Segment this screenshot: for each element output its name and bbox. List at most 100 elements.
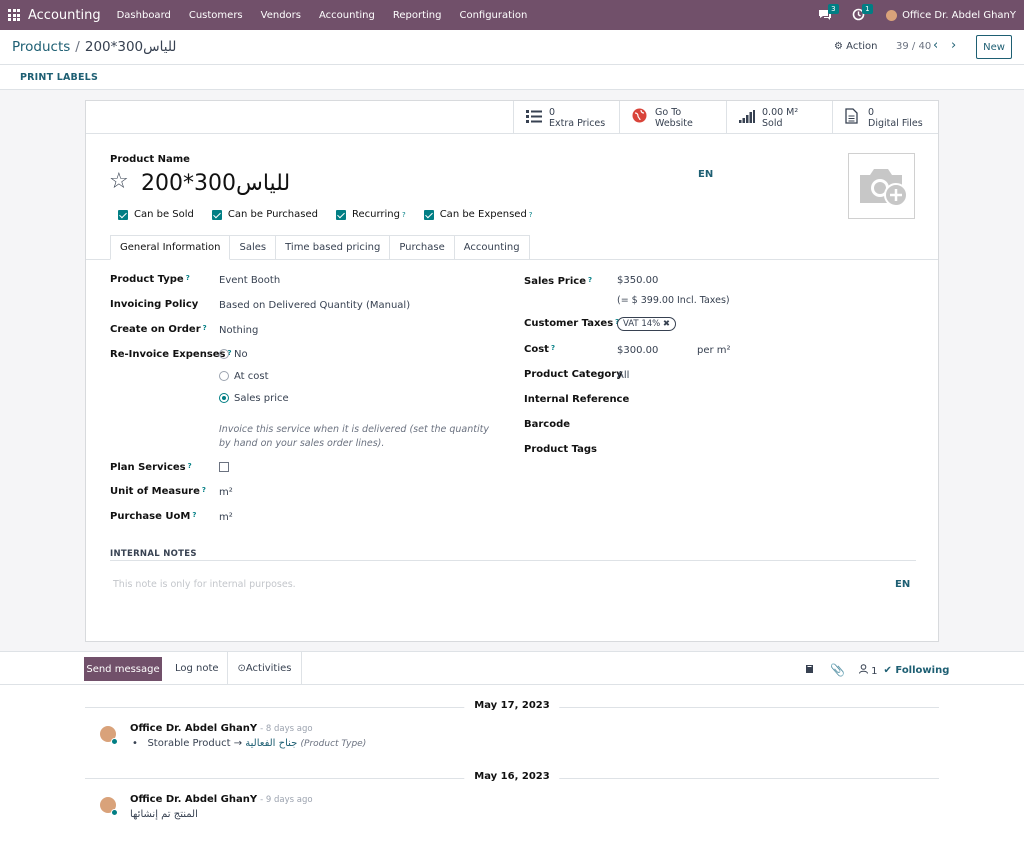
notes-divider xyxy=(110,560,916,561)
user-avatar[interactable] xyxy=(886,9,898,21)
date-separator: May 17, 2023 xyxy=(85,700,939,714)
sales-price-label: Sales Price? xyxy=(524,276,593,287)
new-button[interactable]: New xyxy=(976,35,1012,59)
product-type-label: Product Type? xyxy=(110,274,190,285)
smart-button-box: 0 Extra Prices Go To Website 0.00 M² Sold 0… xyxy=(86,101,938,134)
sold-label: Sold xyxy=(762,117,783,129)
checkbox-box xyxy=(118,209,128,220)
message-author[interactable]: Office Dr. Abdel GhanY - 9 days ago xyxy=(130,794,313,805)
can-be-sold-label: Can be Sold xyxy=(134,209,194,220)
clock-icon: ⊙ xyxy=(237,663,246,674)
book-icon[interactable] xyxy=(805,664,814,677)
pager-next-icon[interactable]: › xyxy=(951,38,956,53)
chat-icon[interactable]: 3 xyxy=(818,4,839,22)
messages-count-badge: 3 xyxy=(828,4,839,14)
message-time: - 9 days ago xyxy=(260,795,313,805)
plan-services-label: Plan Services? xyxy=(110,462,192,473)
product-category-field[interactable]: All xyxy=(617,370,629,381)
extra-prices-count: 0 xyxy=(549,106,556,118)
clock-icon[interactable]: 1 xyxy=(852,4,873,22)
help-icon[interactable]: ? xyxy=(529,211,533,219)
product-type-field[interactable]: Event Booth xyxy=(219,275,280,286)
invoicing-policy-field[interactable]: Based on Delivered Quantity (Manual) xyxy=(219,300,410,311)
recurring-checkbox[interactable]: Recurring? xyxy=(335,209,406,220)
activities-button[interactable]: ⊙ Activities xyxy=(227,652,302,685)
followers-button[interactable]: 1 xyxy=(858,663,878,677)
digital-files-button[interactable]: 0 Digital Files xyxy=(832,101,938,134)
radio-button-selected xyxy=(219,393,229,403)
tab-general-information[interactable]: General Information xyxy=(110,235,231,260)
unit-of-measure-label: Unit of Measure? xyxy=(110,486,206,497)
checkbox-box xyxy=(211,209,222,220)
create-on-order-label: Create on Order? xyxy=(110,324,207,335)
menu-dashboard[interactable]: Dashboard xyxy=(117,10,171,21)
cost-field[interactable]: $300.00 xyxy=(617,345,658,356)
tab-sales[interactable]: Sales xyxy=(230,235,277,260)
internal-notes-input[interactable]: This note is only for internal purposes. xyxy=(113,579,296,590)
can-be-expensed-checkbox[interactable]: Can be Expensed? xyxy=(423,209,533,220)
app-name[interactable]: Accounting xyxy=(28,8,101,23)
message-author[interactable]: Office Dr. Abdel GhanY - 8 days ago xyxy=(130,723,313,734)
purchase-uom-field[interactable]: m² xyxy=(219,512,233,523)
plan-services-checkbox[interactable] xyxy=(219,462,229,472)
top-navbar: Accounting Dashboard Customers Vendors A… xyxy=(0,0,1024,30)
cost-unit: per m² xyxy=(697,345,731,356)
following-button[interactable]: ✔ Following xyxy=(884,665,950,676)
reinvoice-expenses-label: Re-Invoice Expenses? xyxy=(110,349,232,360)
breadcrumb-products-link[interactable]: Products xyxy=(12,39,70,55)
help-icon[interactable]: ? xyxy=(402,211,406,219)
pager-previous-icon[interactable]: ‹ xyxy=(933,38,938,53)
sold-value: 0.00 M² xyxy=(762,106,799,118)
go-to-website-button[interactable]: Go To Website xyxy=(619,101,726,134)
reinvoice-help-text: Invoice this service when it is delivere… xyxy=(219,424,489,449)
send-message-button[interactable]: Send message xyxy=(84,657,162,681)
log-note-button[interactable]: Log note xyxy=(175,663,219,674)
purchase-uom-label: Purchase UoM? xyxy=(110,511,197,522)
chatter-thread: May 17, 2023 Office Dr. Abdel GhanY - 8 d… xyxy=(0,685,1024,864)
field-name: (Product Type) xyxy=(300,739,367,749)
close-icon[interactable]: ✖ xyxy=(663,319,670,329)
online-status-dot xyxy=(111,738,118,745)
apps-grid-icon[interactable] xyxy=(8,9,20,21)
sales-price-field[interactable]: $350.00 xyxy=(617,275,658,286)
action-button[interactable]: ⚙ Action xyxy=(834,41,877,52)
star-icon[interactable]: ☆ xyxy=(109,169,129,194)
message-body: المنتج تم إنشائها xyxy=(130,809,198,820)
menu-vendors[interactable]: Vendors xyxy=(261,10,301,21)
product-image-upload[interactable] xyxy=(848,153,915,219)
sold-button[interactable]: 0.00 M² Sold xyxy=(726,101,833,134)
sales-price-incl-taxes: (= $ 399.00 Incl. Taxes) xyxy=(617,295,730,306)
activities-count-badge: 1 xyxy=(862,4,873,14)
extra-prices-button[interactable]: 0 Extra Prices xyxy=(513,101,620,134)
tab-accounting[interactable]: Accounting xyxy=(454,235,530,260)
reinvoice-option-sales-price[interactable]: Sales price xyxy=(219,393,289,404)
notes-language-button[interactable]: EN xyxy=(895,579,910,590)
pager-value[interactable]: 39 / 40 xyxy=(896,41,931,52)
reinvoice-option-no[interactable]: No xyxy=(219,349,248,360)
print-labels-button[interactable]: PRINT LABELS xyxy=(20,72,98,83)
tab-time-based-pricing[interactable]: Time based pricing xyxy=(276,235,391,260)
tab-purchase[interactable]: Purchase xyxy=(390,235,455,260)
barcode-label: Barcode xyxy=(524,419,571,430)
menu-accounting[interactable]: Accounting xyxy=(319,10,375,21)
date-separator: May 16, 2023 xyxy=(85,771,939,785)
extra-prices-label: Extra Prices xyxy=(549,117,606,129)
old-value: Storable Product xyxy=(147,738,231,749)
name-language-button[interactable]: EN xyxy=(698,169,713,180)
create-on-order-field[interactable]: Nothing xyxy=(219,325,258,336)
online-status-dot xyxy=(111,809,118,816)
arrow-right-icon: → xyxy=(233,738,243,749)
reinvoice-option-at-cost[interactable]: At cost xyxy=(219,371,269,382)
menu-configuration[interactable]: Configuration xyxy=(459,10,527,21)
tax-tag[interactable]: VAT 14% ✖ xyxy=(617,317,677,331)
can-be-sold-checkbox[interactable]: Can be Sold xyxy=(118,209,194,220)
product-name-field[interactable]: 200*300للياس xyxy=(141,171,290,196)
unit-of-measure-field[interactable]: m² xyxy=(219,487,233,498)
paperclip-icon[interactable]: 📎 xyxy=(830,663,845,677)
website-value: Go To xyxy=(655,106,682,118)
menu-reporting[interactable]: Reporting xyxy=(393,10,442,21)
can-be-purchased-checkbox[interactable]: Can be Purchased xyxy=(211,209,318,220)
user-name[interactable]: Office Dr. Abdel GhanY xyxy=(902,10,1016,21)
menu-customers[interactable]: Customers xyxy=(189,10,243,21)
cost-label: Cost? xyxy=(524,344,556,355)
